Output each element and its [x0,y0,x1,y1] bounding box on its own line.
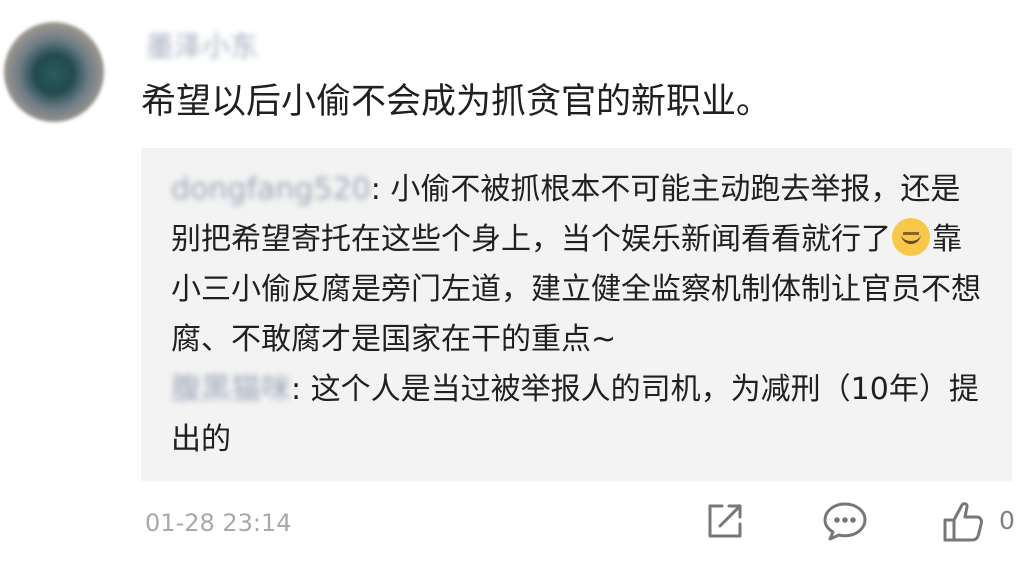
comment-icon [823,502,867,541]
share-icon [708,504,742,538]
reply-item-2: 腹黑猫咪: 这个人是当过被举报人的司机，为减刑（10年）提出的 [171,365,986,465]
comment-username[interactable]: 墨泽小东 [142,30,262,64]
reply-box: dongfang520: 小偷不被抓根本不可能主动跑去举报，还是别把希望寄托在这… [141,148,1012,481]
reply-item-1: dongfang520: 小偷不被抓根本不可能主动跑去举报，还是别把希望寄托在这… [171,165,986,365]
reply-2-username[interactable]: 腹黑猫咪 [171,372,291,407]
reply-1-username[interactable]: dongfang520 [171,172,371,207]
smile-emoji-icon [892,218,930,256]
like-icon [943,502,983,542]
like-count: 0 [999,506,1015,535]
reply-1-separator: : [370,172,391,207]
timestamp: 01-28 23:14 [145,509,292,537]
share-button[interactable] [702,498,748,546]
avatar[interactable] [4,22,104,122]
comment-text: 希望以后小偷不会成为抓贪官的新职业。 [141,82,772,122]
like-button[interactable]: 0 [940,498,1022,546]
reply-2-separator: : [291,372,311,407]
comment-button[interactable] [820,498,870,546]
comment-card: 墨泽小东 希望以后小偷不会成为抓贪官的新职业。 dongfang520: 小偷不… [0,0,1024,576]
